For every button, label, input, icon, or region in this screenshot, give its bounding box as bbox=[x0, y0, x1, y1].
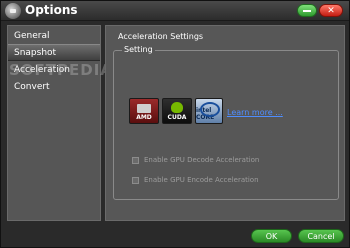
amd-logo: AMD bbox=[129, 98, 159, 124]
app-icon bbox=[5, 3, 21, 19]
sidebar: General Snapshot Acceleration Convert bbox=[7, 25, 101, 221]
cuda-logo: CUDA bbox=[162, 98, 192, 124]
footer: OK Cancel bbox=[1, 223, 349, 247]
options-window: Options ✕ General Snapshot Acceleration … bbox=[0, 0, 350, 248]
learn-more-link[interactable]: Learn more ... bbox=[227, 108, 283, 117]
sidebar-item-convert[interactable]: Convert bbox=[8, 79, 100, 96]
setting-group: Setting AMD CUDA intel CORE Learn more .… bbox=[113, 45, 339, 200]
sidebar-item-general[interactable]: General bbox=[8, 28, 100, 45]
minimize-button[interactable] bbox=[297, 4, 317, 17]
gpu-decode-checkbox[interactable] bbox=[132, 156, 139, 164]
group-label: Setting bbox=[122, 45, 155, 54]
ok-button[interactable]: OK bbox=[251, 229, 292, 243]
sidebar-item-snapshot[interactable]: Snapshot bbox=[8, 44, 100, 61]
page-title: Acceleration Settings bbox=[118, 32, 204, 41]
intel-core-logo: intel CORE bbox=[195, 98, 223, 124]
gpu-encode-checkbox[interactable] bbox=[132, 176, 139, 184]
watermark: SOFTPEDIA bbox=[9, 61, 113, 79]
settings-panel: Acceleration Settings Setting AMD CUDA i… bbox=[105, 25, 345, 221]
close-icon: ✕ bbox=[327, 5, 335, 16]
cancel-button[interactable]: Cancel bbox=[298, 229, 344, 243]
gpu-encode-label: Enable GPU Encode Acceleration bbox=[144, 176, 259, 184]
close-button[interactable]: ✕ bbox=[319, 4, 343, 17]
gpu-decode-option[interactable]: Enable GPU Decode Acceleration bbox=[132, 155, 259, 165]
gpu-decode-label: Enable GPU Decode Acceleration bbox=[144, 156, 260, 164]
window-title: Options bbox=[25, 3, 78, 17]
title-bar: Options ✕ bbox=[1, 1, 349, 21]
gpu-encode-option[interactable]: Enable GPU Encode Acceleration bbox=[132, 175, 259, 185]
